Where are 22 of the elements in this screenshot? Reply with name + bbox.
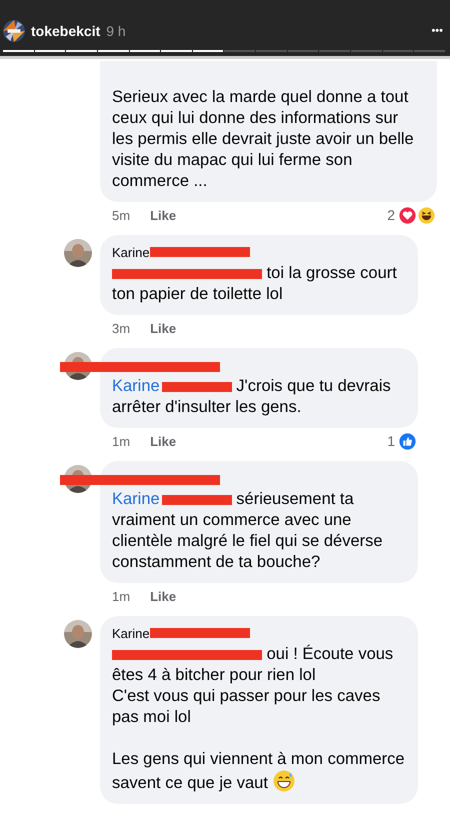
menu-button[interactable]: ••• <box>429 25 445 37</box>
reaction-count: 2 <box>387 207 395 223</box>
comment-text: Karine J'crois que tu devrais arrêter d'insulter les gens. <box>112 376 392 418</box>
comment-text: toi la grosse court ton papier de toilette lol <box>112 263 398 305</box>
like-button[interactable]: Like <box>150 434 176 448</box>
mention-link[interactable]: Karine <box>112 377 160 395</box>
post-time: 9 h <box>106 23 126 39</box>
comment-time: 1m <box>112 588 130 604</box>
comment-text: Serieux avec la marde quel donne a tout ceux qui lui donne des informations sur les permis elle devrait juste avoir un belle visite du mapac qui lui ferme son commerce ... <box>112 87 415 192</box>
comment-text: Karine sérieusement ta vraiment un commerce avec une clientèle malgré le fiel qui se déverse constamment de ta bouche? <box>112 489 384 573</box>
mention-link[interactable]: Karine <box>112 490 160 508</box>
like-button[interactable]: Like <box>150 320 176 336</box>
username[interactable]: tokebekcit <box>31 23 100 39</box>
comment-time: 1m <box>112 434 130 448</box>
comment-time: 3m <box>112 320 130 336</box>
author-name[interactable]: Karine <box>112 626 150 640</box>
comment-text: oui ! Écoute vous êtes 4 à bitcher pour rien lol C'est vous qui passer pour les caves pas moi lol Les gens qui viennent à mon commerce savent ce que je vaut <box>112 644 406 794</box>
like-button[interactable]: Like <box>150 208 176 222</box>
like-button[interactable]: Like <box>150 588 176 604</box>
author-name[interactable]: Karine <box>112 244 150 260</box>
reaction-count: 1 <box>387 433 395 449</box>
comment-time: 5m <box>112 208 130 222</box>
